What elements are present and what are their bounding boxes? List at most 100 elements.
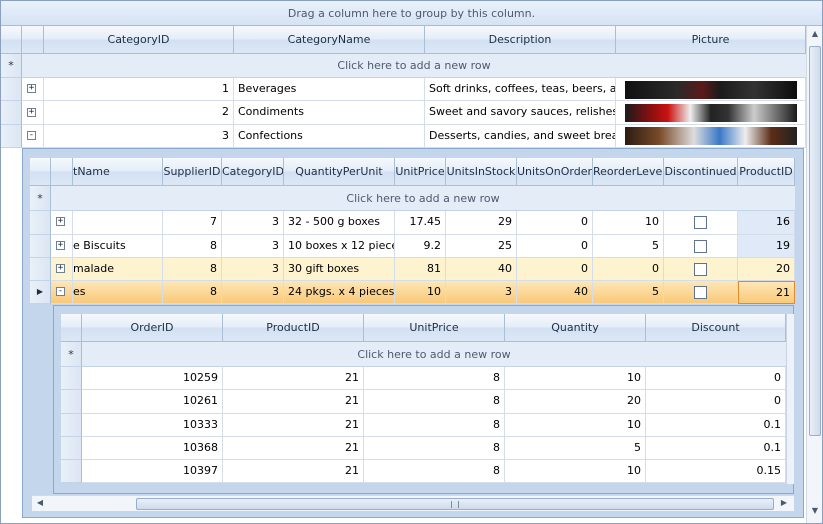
expand-plus-icon[interactable]: + (56, 217, 65, 226)
header-description[interactable]: Description (425, 26, 616, 54)
header-unitprice[interactable]: UnitPrice (364, 314, 505, 342)
group-by-panel[interactable]: Drag a column here to group by this colu… (1, 1, 822, 26)
cell-categoryname[interactable]: Confections (234, 125, 425, 148)
cell-unitprice[interactable]: 81 (395, 258, 446, 281)
cell-discount[interactable]: 0.1 (646, 437, 786, 460)
cell-reorderlevel[interactable]: 10 (593, 211, 664, 235)
header-productid[interactable]: ProductID (738, 158, 795, 186)
cell-orderid[interactable]: 10259 (82, 367, 223, 390)
header-categoryname[interactable]: CategoryName (234, 26, 425, 54)
header-quantity[interactable]: Quantity (505, 314, 646, 342)
header-productid[interactable]: ProductID (223, 314, 364, 342)
cell-unitprice[interactable]: 9.2 (395, 235, 446, 258)
cell-supplierid[interactable]: 8 (163, 281, 222, 304)
cell-productname[interactable]: malade (73, 258, 163, 281)
header-reorderlevel[interactable]: ReorderLevel (593, 158, 664, 186)
cell-discontinued[interactable] (664, 258, 738, 281)
vertical-scroll-thumb[interactable] (809, 46, 821, 436)
cell-categoryid[interactable]: 3 (222, 211, 284, 235)
header-discount[interactable]: Discount (646, 314, 786, 342)
cell-categoryid[interactable]: 2 (44, 101, 234, 125)
scroll-down-icon[interactable]: ▼ (807, 506, 822, 515)
collapse-minus-icon[interactable]: - (27, 131, 36, 140)
cell-discount[interactable]: 0.1 (646, 414, 786, 437)
add-new-order-row[interactable]: Click here to add a new row (82, 342, 786, 367)
cell-productid[interactable]: 16 (738, 211, 795, 235)
cell-categoryid[interactable]: 3 (222, 281, 284, 304)
discontinued-checkbox[interactable] (694, 240, 707, 253)
orders-vertical-scrollbar[interactable] (786, 314, 794, 484)
header-categoryid[interactable]: CategoryID (222, 158, 284, 186)
cell-unitsinstock[interactable]: 40 (446, 258, 517, 281)
cell-quantityperunit[interactable]: 30 gift boxes (284, 258, 395, 281)
cell-quantityperunit[interactable]: 32 - 500 g boxes (284, 211, 395, 235)
cell-categoryname[interactable]: Beverages (234, 78, 425, 101)
cell-productname[interactable]: es (73, 281, 163, 304)
header-productname[interactable]: tName (73, 158, 163, 186)
cell-quantityperunit[interactable]: 10 boxes x 12 pieces (284, 235, 395, 258)
cell-orderid[interactable]: 10368 (82, 437, 223, 460)
cell-discount[interactable]: 0 (646, 390, 786, 414)
cell-quantityperunit[interactable]: 24 pkgs. x 4 pieces (284, 281, 395, 304)
header-supplierid[interactable]: SupplierID (163, 158, 222, 186)
cell-reorderlevel[interactable]: 0 (593, 258, 664, 281)
cell-supplierid[interactable]: 7 (163, 211, 222, 235)
expand-plus-icon[interactable]: + (27, 84, 36, 93)
expand-plus-icon[interactable]: + (56, 241, 65, 250)
cell-unitprice[interactable]: 8 (364, 460, 505, 483)
discontinued-checkbox[interactable] (694, 286, 707, 299)
cell-unitsinstock[interactable]: 29 (446, 211, 517, 235)
cell-unitprice[interactable]: 8 (364, 367, 505, 390)
cell-productname[interactable]: e Biscuits (73, 235, 163, 258)
header-unitsinstock[interactable]: UnitsInStock (446, 158, 517, 186)
cell-unitprice[interactable]: 10 (395, 281, 446, 304)
cell-supplierid[interactable]: 8 (163, 235, 222, 258)
cell-productid[interactable]: 21 (223, 367, 364, 390)
cell-description[interactable]: Soft drinks, coffees, teas, beers, an... (425, 78, 616, 101)
cell-categoryname[interactable]: Condiments (234, 101, 425, 125)
cell-unitsonorder[interactable]: 0 (517, 235, 593, 258)
cell-categoryid[interactable]: 3 (44, 125, 234, 148)
cell-categoryid[interactable]: 3 (222, 235, 284, 258)
cell-unitprice[interactable]: 8 (364, 390, 505, 414)
cell-productid[interactable]: 21 (223, 390, 364, 414)
collapse-minus-icon[interactable]: - (56, 287, 65, 296)
cell-description[interactable]: Sweet and savory sauces, relishes,... (425, 101, 616, 125)
main-vertical-scrollbar[interactable]: ▲ ▼ (806, 26, 822, 523)
cell-productid[interactable]: 21 (223, 460, 364, 483)
discontinued-checkbox[interactable] (694, 263, 707, 276)
cell-unitprice[interactable]: 8 (364, 414, 505, 437)
scroll-up-icon[interactable]: ▲ (807, 29, 822, 38)
header-picture[interactable]: Picture (616, 26, 806, 54)
header-unitsonorder[interactable]: UnitsOnOrder (517, 158, 593, 186)
cell-discount[interactable]: 0.15 (646, 460, 786, 483)
cell-categoryid[interactable]: 3 (222, 258, 284, 281)
cell-unitprice[interactable]: 8 (364, 437, 505, 460)
cell-reorderlevel[interactable]: 5 (593, 281, 664, 304)
add-new-product-row[interactable]: Click here to add a new row (51, 186, 795, 211)
cell-discontinued[interactable] (664, 211, 738, 235)
add-new-row[interactable]: Click here to add a new row (22, 54, 806, 78)
cell-discount[interactable]: 0 (646, 367, 786, 390)
scroll-left-icon[interactable]: ◀ (32, 498, 48, 507)
cell-quantity[interactable]: 10 (505, 414, 646, 437)
header-quantityperunit[interactable]: QuantityPerUnit (284, 158, 395, 186)
cell-discontinued[interactable] (664, 281, 738, 304)
header-categoryid[interactable]: CategoryID (44, 26, 234, 54)
header-orderid[interactable]: OrderID (82, 314, 223, 342)
cell-reorderlevel[interactable]: 5 (593, 235, 664, 258)
cell-productid-current[interactable]: 21 (738, 281, 795, 304)
cell-unitsinstock[interactable]: 3 (446, 281, 517, 304)
header-unitprice[interactable]: UnitPrice (395, 158, 446, 186)
cell-quantity[interactable]: 10 (505, 367, 646, 390)
cell-supplierid[interactable]: 8 (163, 258, 222, 281)
expand-plus-icon[interactable]: + (27, 108, 36, 117)
cell-productid[interactable]: 21 (223, 414, 364, 437)
cell-discontinued[interactable] (664, 235, 738, 258)
cell-productid[interactable]: 21 (223, 437, 364, 460)
cell-productid[interactable]: 19 (738, 235, 795, 258)
cell-orderid[interactable]: 10397 (82, 460, 223, 483)
cell-unitprice[interactable]: 17.45 (395, 211, 446, 235)
cell-unitsonorder[interactable]: 0 (517, 211, 593, 235)
cell-productname[interactable] (73, 211, 163, 235)
